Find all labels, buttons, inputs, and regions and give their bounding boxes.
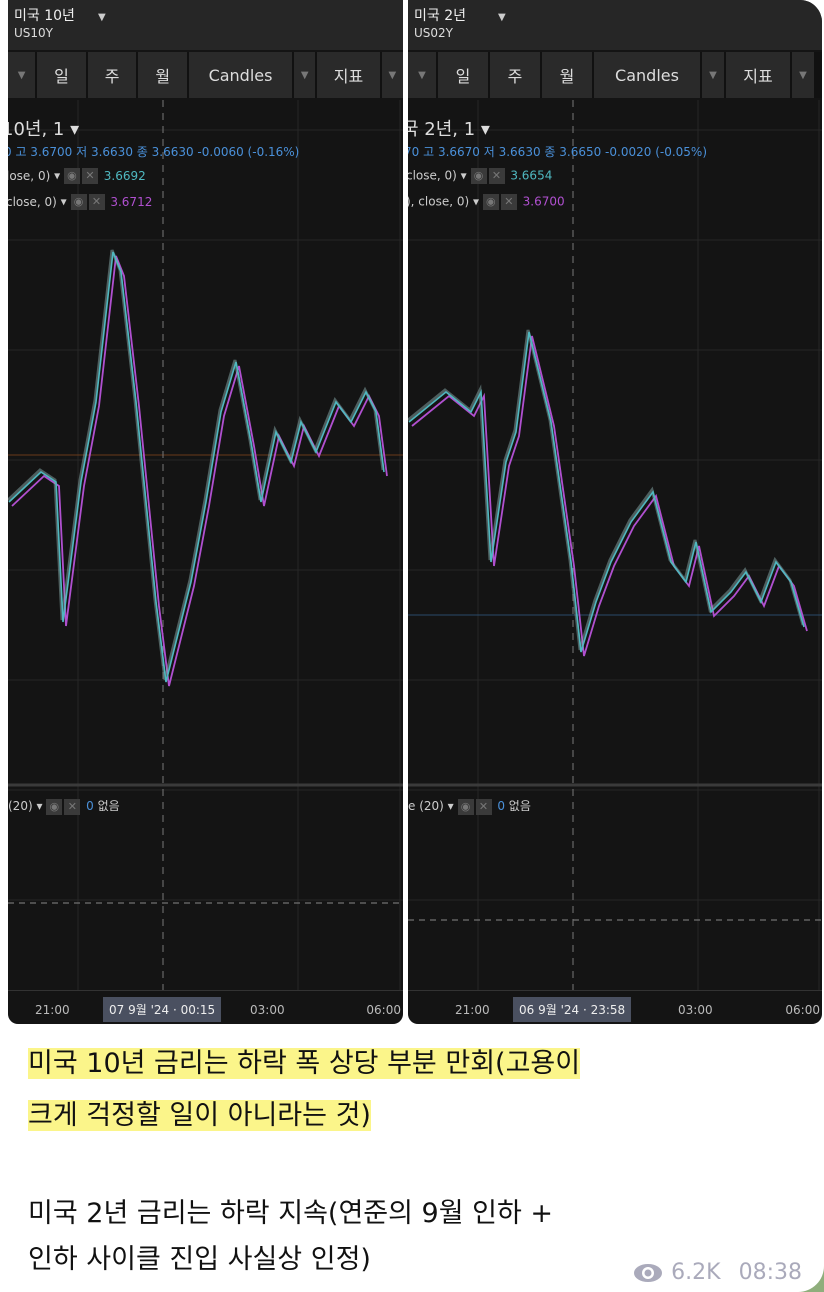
chart-screenshot-us10y[interactable]: 미국 10년 ▼ US10Y ▼ 일 주 월 Candles ▼ 지표 ▼ 10년, 1 ▾ …: [8, 0, 403, 1024]
legend-title[interactable]: 10년, 1 ▾: [8, 115, 79, 141]
toolbar-button[interactable]: 주: [87, 52, 137, 98]
message-line: 미국 10년 금리는 하락 폭 상당 부분 만회(고용이: [28, 1048, 581, 1079]
toolbar-button[interactable]: Candles: [594, 52, 700, 98]
toolbar-button[interactable]: 일: [37, 52, 86, 98]
time-tick: 21:00: [35, 1003, 70, 1017]
eye-icon[interactable]: ◉: [70, 194, 87, 210]
toolbar-button[interactable]: 월: [542, 52, 592, 98]
time-tick: 06:00: [785, 1003, 820, 1017]
ma2-legend: close, 0) ▾ ◉ ✕ 3.6712: [8, 194, 153, 210]
message-line: 크게 걱정할 일이 아니라는 것): [28, 1100, 371, 1131]
time-tick: 03:00: [678, 1003, 713, 1017]
toolbar-button[interactable]: 월: [138, 52, 187, 98]
legend-title[interactable]: 국 2년, 1 ▾: [408, 115, 490, 141]
eye-icon[interactable]: ◉: [457, 798, 474, 815]
close-icon[interactable]: ✕: [475, 798, 492, 815]
toolbar-button[interactable]: 지표: [317, 52, 380, 98]
close-icon[interactable]: ✕: [88, 194, 105, 210]
volume-legend: e (20) ▾ ◉ ✕ 0 없음: [408, 798, 531, 815]
price-chart[interactable]: [8, 100, 403, 990]
close-icon[interactable]: ✕: [500, 194, 517, 210]
toolbar-button[interactable]: Candles: [189, 52, 293, 98]
ma1-line: [408, 331, 805, 653]
time-tick: 06:00: [366, 1003, 401, 1017]
dropdown-button[interactable]: ▼: [702, 52, 724, 98]
close-icon[interactable]: ✕: [81, 168, 98, 184]
time-tick: 21:00: [455, 1003, 490, 1017]
cursor-time-label: 07 9월 '24 · 00:15: [103, 997, 222, 1022]
volume-legend: (20) ▾ ◉ ✕ 0 없음: [8, 798, 120, 815]
chevron-down-icon[interactable]: ▼: [98, 12, 106, 23]
message-line: 미국 2년 금리는 하락 지속(연준의 9월 인하 +: [28, 1198, 554, 1229]
ma2-legend: ), close, 0) ▾ ◉ ✕ 3.6700: [408, 194, 565, 210]
toolbar-button[interactable]: 일: [438, 52, 488, 98]
instrument-symbol: US02Y: [414, 26, 453, 40]
close-icon[interactable]: ✕: [488, 168, 505, 184]
chart-header: 미국 2년 ▼ US02Y: [408, 0, 822, 50]
chart-header: 미국 10년 ▼ US10Y: [8, 0, 403, 50]
eye-icon[interactable]: ◉: [470, 168, 487, 184]
dropdown-button[interactable]: ▼: [381, 52, 403, 98]
dropdown-button[interactable]: ▼: [408, 52, 436, 98]
instrument-symbol: US10Y: [14, 26, 53, 40]
ohlc-readout: 0 고 3.6700 저 3.6630 종 3.6630 -0.0060 (-0…: [8, 145, 300, 159]
time-axis: 21:00 03:00 06:00 07 9월 '24 · 00:15: [8, 990, 403, 1024]
toolbar-button[interactable]: 지표: [726, 52, 790, 98]
cursor-time-label: 06 9월 '24 · 23:58: [513, 997, 632, 1022]
ma1-legend: close, 0) ▾ ◉ ✕ 3.6654: [408, 168, 553, 184]
dropdown-button[interactable]: ▼: [294, 52, 316, 98]
ma2-line: [11, 255, 388, 687]
chart-toolbar: ▼ 일 주 월 Candles ▼ 지표 ▼: [8, 52, 403, 98]
toolbar-button[interactable]: 주: [490, 52, 540, 98]
message-meta: 6.2K 08:38: [633, 1260, 802, 1285]
dropdown-button[interactable]: ▼: [792, 52, 814, 98]
instrument-name[interactable]: 미국 2년: [414, 5, 466, 25]
chart-toolbar: ▼ 일 주 월 Candles ▼ 지표 ▼: [408, 52, 822, 98]
message-time: 08:38: [738, 1260, 802, 1285]
dropdown-button[interactable]: ▼: [8, 52, 36, 98]
chart-screenshot-us02y[interactable]: 미국 2년 ▼ US02Y ▼ 일 주 월 Candles ▼ 지표 ▼ 국 2년, 1 ▾ …: [408, 0, 822, 1024]
eye-icon[interactable]: ◉: [46, 798, 63, 815]
ma1-legend: lose, 0) ▾ ◉ ✕ 3.6692: [8, 168, 146, 184]
ohlc-readout: 70 고 3.6670 저 3.6630 종 3.6650 -0.0020 (-…: [408, 145, 708, 159]
eye-icon[interactable]: ◉: [63, 168, 80, 184]
price-chart[interactable]: [408, 100, 822, 990]
time-tick: 03:00: [250, 1003, 285, 1017]
instrument-name[interactable]: 미국 10년: [14, 5, 75, 25]
time-axis: 21:00 03:00 06:00 06 9월 '24 · 23:58: [408, 990, 822, 1024]
message-line: 인하 사이클 진입 사실상 인정): [28, 1244, 371, 1275]
eye-icon: [634, 1263, 663, 1282]
ma2-line: [411, 335, 808, 657]
price-line: [408, 329, 805, 651]
message-bubble: 미국 10년 ▼ US10Y ▼ 일 주 월 Candles ▼ 지표 ▼ 10년, 1 ▾ …: [0, 0, 824, 1292]
eye-icon[interactable]: ◉: [482, 194, 499, 210]
close-icon[interactable]: ✕: [64, 798, 81, 815]
chevron-down-icon[interactable]: ▼: [498, 12, 506, 23]
view-count: 6.2K: [671, 1260, 721, 1285]
